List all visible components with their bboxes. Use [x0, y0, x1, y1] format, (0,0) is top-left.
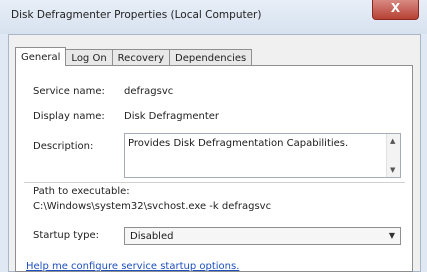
display-name-label: Display name:	[33, 111, 105, 122]
startup-type-value: Disabled	[130, 231, 174, 242]
startup-type-select[interactable]: Disabled ▼	[124, 227, 401, 245]
close-icon: X	[390, 1, 401, 15]
chevron-down-icon[interactable]: ▼	[384, 228, 400, 244]
scroll-up-icon[interactable]: ▲	[390, 137, 395, 145]
tab-recovery[interactable]: Recovery	[111, 49, 171, 66]
path-label: Path to executable:	[33, 186, 130, 197]
path-value: C:\Windows\system32\svchost.exe -k defra…	[33, 201, 272, 212]
tab-dependencies[interactable]: Dependencies	[169, 49, 253, 66]
description-scrollbar[interactable]: ▲ ▼	[386, 134, 400, 177]
section-divider	[24, 182, 405, 183]
tab-log-on[interactable]: Log On	[65, 49, 113, 66]
help-configure-startup-link[interactable]: Help me configure service startup option…	[26, 261, 239, 272]
service-name-label: Service name:	[33, 86, 105, 97]
startup-type-label: Startup type:	[33, 230, 100, 241]
description-label: Description:	[33, 141, 94, 152]
service-name-value: defragsvc	[124, 86, 174, 97]
description-text: Provides Disk Defragmentation Capabiliti…	[128, 138, 349, 149]
window-title: Disk Defragmenter Properties (Local Comp…	[11, 9, 262, 21]
scroll-down-icon[interactable]: ▼	[390, 166, 395, 174]
display-name-value: Disk Defragmenter	[124, 111, 220, 122]
tab-general[interactable]: General	[15, 47, 67, 66]
tab-strip: General Log On Recovery Dependencies	[15, 47, 253, 66]
description-textbox[interactable]: Provides Disk Defragmentation Capabiliti…	[124, 133, 401, 178]
title-bar: Disk Defragmenter Properties (Local Comp…	[0, 0, 427, 34]
close-button[interactable]: X	[372, 0, 419, 20]
